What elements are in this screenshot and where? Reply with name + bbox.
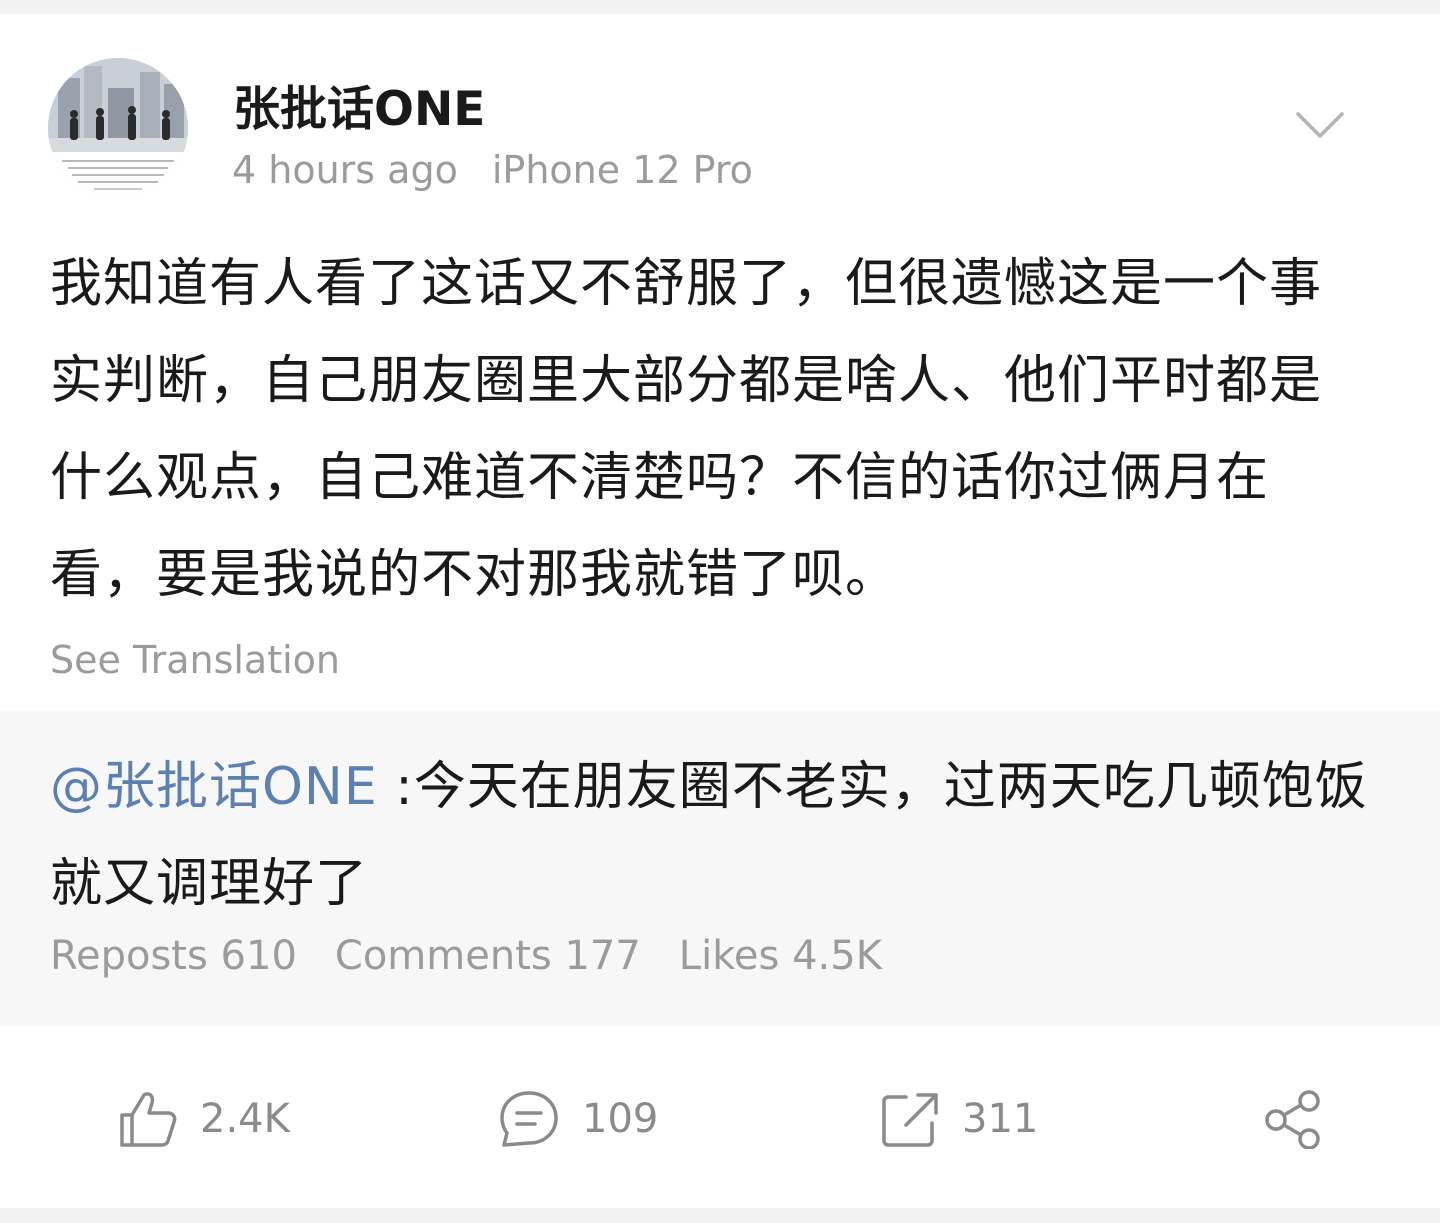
see-translation-link[interactable]: See Translation [50, 638, 340, 682]
thumbs-up-icon [120, 1092, 177, 1147]
chevron-down-icon[interactable] [1294, 106, 1346, 142]
post-text: 我知道有人看了这话又不舒服了，但很遗憾这是一个事实判断，自己朋友圈里大部分都是啥… [50, 254, 1323, 605]
comments-stat[interactable]: Comments 177 [335, 933, 641, 979]
reposted-content[interactable]: @张批话ONE :今天在朋友圈不老实，过两天吃几顿饱饭就又调理好了 Repost… [0, 711, 1440, 1026]
avatar-photo [48, 58, 188, 198]
post-card: 张批话ONE 4 hours ago iPhone 12 Pro 我知道有人看了这… [0, 14, 1440, 1208]
reposted-text: @张批话ONE :今天在朋友圈不老实，过两天吃几顿饱饭就又调理好了 [50, 739, 1390, 933]
likes-stat[interactable]: Likes 4.5K [679, 933, 882, 979]
comment-bubble-icon [500, 1091, 558, 1147]
repost-button[interactable]: 311 [880, 1074, 1038, 1164]
share-icon [1265, 1090, 1320, 1149]
mention-link[interactable]: @张批话ONE [50, 757, 378, 817]
post-time: 4 hours ago [232, 148, 458, 192]
repost-count: 311 [962, 1096, 1039, 1142]
comment-button[interactable]: 109 [498, 1074, 658, 1164]
share-button[interactable] [1262, 1074, 1322, 1164]
author-name[interactable]: 张批话ONE [233, 70, 485, 139]
post-meta: 4 hours ago iPhone 12 Pro [232, 148, 753, 192]
like-count: 2.4K [200, 1096, 290, 1142]
avatar[interactable] [48, 58, 188, 198]
action-bar: 2.4K 109 311 [0, 1074, 1440, 1164]
reposted-stats: Reposts 610 Comments 177 Likes 4.5K [50, 933, 920, 979]
post-device: iPhone 12 Pro [491, 148, 753, 192]
like-button[interactable]: 2.4K [118, 1074, 290, 1164]
comment-count: 109 [582, 1096, 659, 1142]
repost-share-icon [882, 1093, 938, 1147]
reposts-stat[interactable]: Reposts 610 [50, 933, 297, 979]
